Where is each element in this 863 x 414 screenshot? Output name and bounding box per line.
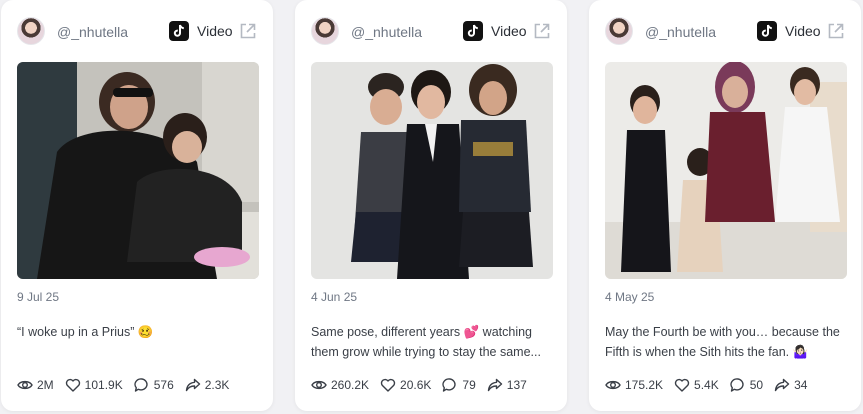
comment-icon — [730, 378, 744, 392]
views-stat: 175.2K — [605, 377, 663, 393]
post-card-2[interactable]: @_nhutella Video 4 Jun 25 Same pose, dif… — [295, 0, 567, 411]
post-caption: Same pose, different years 💕 watching th… — [311, 325, 541, 359]
share-icon — [487, 378, 502, 392]
video-thumbnail[interactable] — [311, 62, 553, 279]
shares-stat: 2.3K — [185, 377, 230, 393]
post-date: 4 May 25 — [605, 290, 655, 304]
likes-stat: 101.9K — [65, 377, 123, 393]
share-icon — [774, 378, 790, 392]
username[interactable]: @_nhutella — [645, 24, 716, 40]
comments-stat: 50 — [730, 377, 763, 393]
views-count: 2M — [37, 378, 54, 392]
share-icon — [185, 378, 200, 392]
comment-icon — [442, 378, 457, 392]
views-count: 260.2K — [331, 378, 370, 392]
external-link-icon[interactable] — [239, 22, 257, 40]
comments-stat: 79 — [442, 377, 476, 393]
likes-stat: 5.4K — [674, 377, 719, 393]
comment-icon — [134, 378, 148, 392]
eye-icon — [605, 380, 621, 390]
likes-count: 101.9K — [84, 378, 123, 392]
comments-count: 576 — [153, 378, 174, 392]
card-header: @_nhutella Video — [605, 14, 845, 48]
comments-count: 79 — [462, 378, 476, 392]
comments-count: 50 — [749, 378, 764, 392]
tiktok-icon — [757, 21, 777, 41]
video-thumbnail[interactable] — [605, 62, 847, 279]
avatar[interactable] — [311, 17, 339, 45]
heart-icon — [674, 378, 690, 392]
post-stats: 2M 101.9K 576 2.3K — [17, 376, 261, 394]
avatar[interactable] — [605, 17, 633, 45]
tiktok-icon — [169, 21, 189, 41]
shares-count: 2.3K — [204, 378, 230, 392]
external-link-icon[interactable] — [533, 22, 551, 40]
video-thumbnail[interactable] — [17, 62, 259, 279]
shares-count: 137 — [506, 378, 527, 392]
post-stats: 260.2K 20.6K 79 137 — [311, 376, 555, 394]
post-caption: “I woke up in a Prius” 🥴 — [17, 325, 154, 339]
username[interactable]: @_nhutella — [351, 24, 422, 40]
external-link-icon[interactable] — [827, 22, 845, 40]
shares-stat: 137 — [487, 377, 527, 393]
likes-count: 5.4K — [694, 378, 719, 392]
card-header: @_nhutella Video — [17, 14, 257, 48]
platform-label: Video — [197, 23, 233, 39]
views-stat: 2M — [17, 377, 54, 393]
post-caption: May the Fourth be with you… because the … — [605, 325, 840, 359]
platform-label: Video — [785, 23, 821, 39]
eye-icon — [17, 380, 33, 390]
avatar[interactable] — [17, 17, 45, 45]
card-header: @_nhutella Video — [311, 14, 551, 48]
tiktok-icon — [463, 21, 483, 41]
post-card-1[interactable]: @_nhutella Video 9 Jul 25 “I woke up in … — [1, 0, 273, 411]
post-stats: 175.2K 5.4K 50 34 — [605, 376, 849, 394]
post-date: 9 Jul 25 — [17, 290, 60, 304]
views-count: 175.2K — [625, 378, 664, 392]
platform-label: Video — [491, 23, 527, 39]
comments-stat: 576 — [134, 377, 174, 393]
heart-icon — [65, 378, 80, 392]
eye-icon — [311, 380, 327, 390]
shares-count: 34 — [794, 378, 808, 392]
likes-stat: 20.6K — [380, 377, 431, 393]
views-stat: 260.2K — [311, 377, 369, 393]
heart-icon — [380, 378, 396, 392]
post-card-3[interactable]: @_nhutella Video 4 May 25 May the Fourth… — [589, 0, 861, 411]
likes-count: 20.6K — [400, 378, 432, 392]
post-date: 4 Jun 25 — [311, 290, 358, 304]
username[interactable]: @_nhutella — [57, 24, 128, 40]
shares-stat: 34 — [774, 377, 807, 393]
